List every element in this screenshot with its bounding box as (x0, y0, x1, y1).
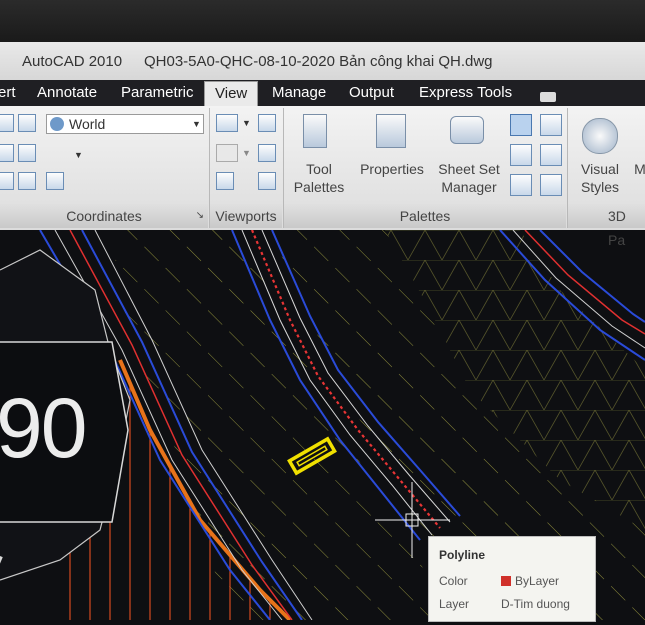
sheet-set-manager-button[interactable]: Sheet Set Manager (432, 160, 506, 196)
viewports-panel: ▼ ▼ Viewports (210, 106, 282, 230)
clipboard-icon[interactable] (540, 174, 562, 196)
viewport-join-icon[interactable] (216, 172, 234, 190)
tab-manage[interactable]: Manage (272, 84, 326, 101)
new-viewport-icon[interactable] (258, 114, 276, 132)
chevron-down-icon[interactable]: ▼ (242, 118, 251, 128)
tab-insert[interactable]: ert (0, 84, 16, 101)
tooltip-layer-label: Layer (439, 597, 470, 611)
visual-styles-button[interactable]: Visual Styles (572, 160, 628, 196)
visual-styles-icon[interactable] (582, 118, 618, 154)
tab-view[interactable]: View (204, 81, 259, 106)
monitor-bezel (0, 0, 645, 42)
tooltip-layer-value: D-Tim duong (501, 597, 570, 611)
design-center-icon[interactable] (540, 114, 562, 136)
ucs-dropdown[interactable]: World ▼ (46, 114, 204, 134)
title-bar: AutoCAD 2010 QH03-5A0-QHC-08-10-2020 Bản… (0, 42, 645, 80)
ucs-value: World (69, 116, 106, 132)
ucs-axis-icon[interactable] (18, 114, 36, 132)
app-name: AutoCAD 2010 (22, 53, 123, 70)
ucs-3d-icon[interactable] (18, 172, 36, 190)
globe-icon (50, 117, 64, 131)
properties-icon[interactable] (376, 114, 406, 148)
ucs-z-icon[interactable] (0, 144, 14, 162)
chevron-down-icon[interactable]: ▼ (74, 150, 83, 160)
file-name: QH03-5A0-QHC-08-10-2020 Bản công khai QH… (144, 53, 493, 70)
color-swatch-icon (501, 576, 511, 586)
viewport-config-icon[interactable] (216, 114, 238, 132)
drawing-label: 90 (0, 381, 87, 475)
markup-set-icon[interactable] (510, 144, 532, 166)
dialog-launcher-icon[interactable]: ↘ (196, 204, 204, 228)
3d-palettes-panel-title: 3D Pa (568, 204, 645, 248)
ucs-3point-icon[interactable] (0, 172, 14, 190)
palettes-panel: Tool Palettes Properties Sheet Set Manag… (284, 106, 566, 230)
ucs-named-icon[interactable] (46, 172, 64, 190)
viewport-clip-icon[interactable] (216, 144, 238, 162)
chevron-down-icon[interactable]: ▼ (242, 148, 251, 158)
viewports-panel-title: Viewports (210, 204, 282, 228)
palettes-panel-title: Palettes (284, 204, 566, 228)
sheet-set-manager-icon[interactable] (450, 116, 484, 144)
viewport-grid-icon[interactable] (258, 172, 276, 190)
coordinates-panel: World ▼ ▼ Coordinates ↘ (0, 106, 208, 230)
dbconnect-icon[interactable] (510, 174, 532, 196)
ucs-icon[interactable] (0, 114, 14, 132)
3d-palettes-panel: Visual Styles M 3D Pa (568, 106, 645, 248)
tab-output[interactable]: Output (349, 84, 394, 101)
materials-button[interactable]: M (630, 160, 645, 178)
ucs-z-axis-icon[interactable] (18, 144, 36, 162)
ribbon-minimize-icon[interactable] (540, 92, 556, 102)
tooltip-title: Polyline (439, 548, 486, 562)
tooltip-color-value: ByLayer (515, 574, 560, 588)
tab-parametric[interactable]: Parametric (121, 84, 194, 101)
tab-express-tools[interactable]: Express Tools (419, 84, 512, 101)
tab-annotate[interactable]: Annotate (37, 84, 97, 101)
tool-palettes-button[interactable]: Tool Palettes (284, 160, 354, 196)
calculator-icon[interactable] (540, 144, 562, 166)
tooltip-color-label: Color (439, 574, 468, 588)
ribbon: World ▼ ▼ Coordinates ↘ ▼ ▼ Viewports To… (0, 106, 645, 248)
properties-button[interactable]: Properties (356, 160, 428, 178)
tool-palettes-icon[interactable] (303, 114, 327, 148)
command-line-icon[interactable] (510, 114, 532, 136)
viewport-single-icon[interactable] (258, 144, 276, 162)
coordinates-panel-title: Coordinates ↘ (0, 204, 208, 228)
rollover-tooltip: Polyline Color ByLayer Layer D-Tim duong (428, 536, 596, 622)
chevron-down-icon: ▼ (192, 119, 201, 129)
